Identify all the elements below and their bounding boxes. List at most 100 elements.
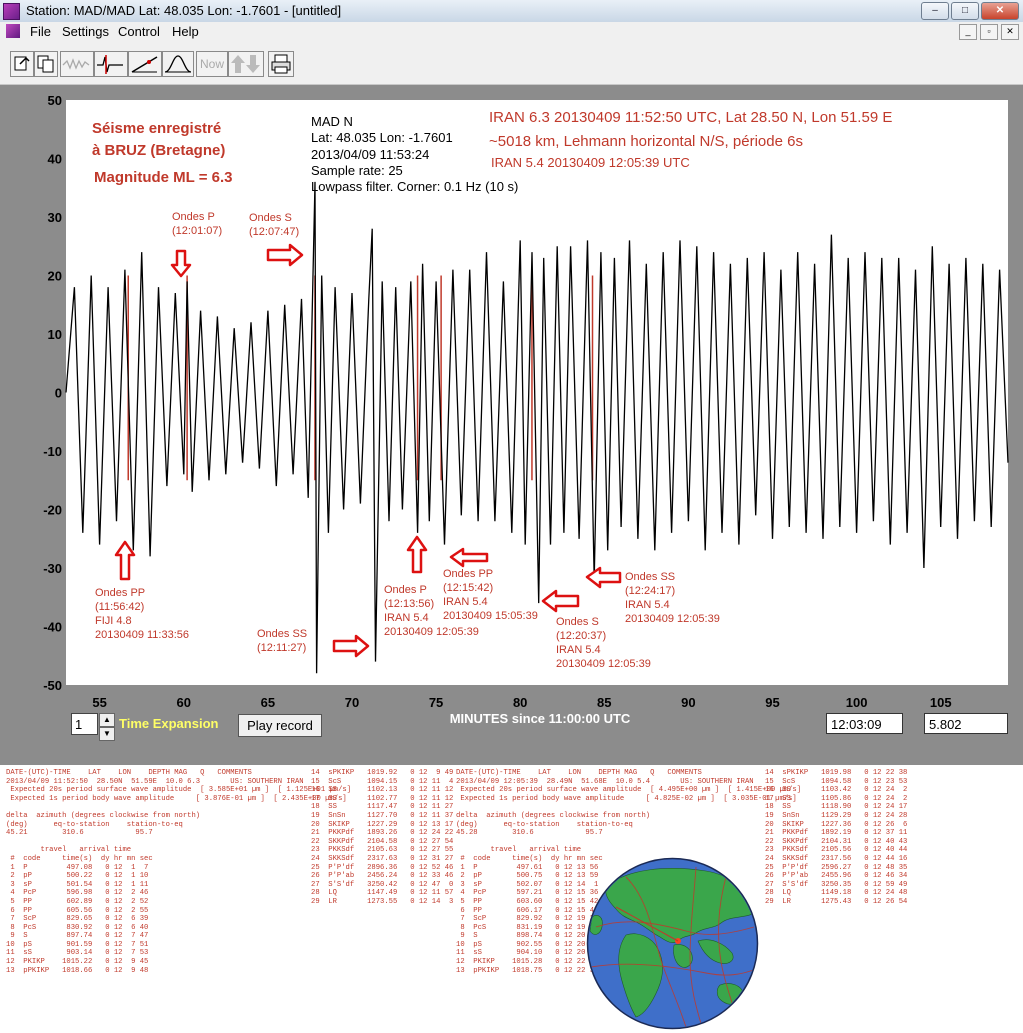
open-multiple-icon[interactable] [34, 51, 58, 77]
svg-text:Ondes P: Ondes P [384, 584, 427, 596]
spectrum-icon[interactable] [162, 51, 194, 77]
svg-text:Ondes P: Ondes P [172, 211, 215, 223]
menu-file[interactable]: File [30, 24, 51, 39]
station-info-line: Lowpass filter. Corner: 0.1 Hz (10 s) [311, 179, 518, 194]
station-info-line: Sample rate: 25 [311, 163, 403, 178]
pick-icon[interactable] [128, 51, 162, 77]
open-file-icon[interactable] [10, 51, 34, 77]
station-info-line: 2013/04/09 11:53:24 [311, 147, 429, 162]
minimize-button[interactable]: – [921, 2, 949, 20]
y-tick-label: -40 [43, 620, 62, 635]
y-tick-label: -50 [43, 678, 62, 693]
value-readout: 5.802 [924, 713, 1008, 734]
svg-text:IRAN 5.4: IRAN 5.4 [556, 644, 601, 656]
y-tick-label: 30 [48, 210, 62, 225]
svg-text:(12:24:17): (12:24:17) [625, 585, 675, 597]
time-expansion-label: Time Expansion [119, 716, 219, 731]
waveform-icon[interactable] [60, 51, 94, 77]
station-info-line: Lat: 48.035 Lon: -1.7601 [311, 130, 453, 145]
toolbar: Now [0, 42, 1023, 85]
svg-text:20130409 11:33:56: 20130409 11:33:56 [95, 629, 189, 641]
mdi-close-button[interactable]: ✕ [1001, 24, 1019, 40]
travel-time-table-4: 14 sPKIKP 1019.98 0 12 22 38 15 ScS 1094… [765, 769, 908, 906]
printer-icon[interactable] [268, 51, 294, 77]
svg-text:IRAN 5.4: IRAN 5.4 [443, 596, 488, 608]
svg-text:Ondes S: Ondes S [556, 616, 599, 628]
x-tick-label: 85 [597, 695, 611, 710]
svg-text:Ondes PP: Ondes PP [443, 568, 493, 580]
svg-text:FIJI 4.8: FIJI 4.8 [95, 615, 132, 627]
maximize-button[interactable]: □ [951, 2, 979, 20]
svg-text:20130409 12:05:39: 20130409 12:05:39 [556, 658, 651, 670]
x-tick-label: 65 [261, 695, 275, 710]
y-tick-label: -30 [43, 561, 62, 576]
y-tick-label: 40 [48, 152, 62, 167]
x-axis-label: MINUTES since 11:00:00 UTC [450, 711, 631, 726]
svg-text:(12:20:37): (12:20:37) [556, 630, 606, 642]
menu-control[interactable]: Control [118, 24, 160, 39]
x-tick-label: 100 [846, 695, 868, 710]
travel-time-section: DATE-(UTC)-TIME LAT LON DEPTH MAG Q COMM… [0, 765, 1023, 1033]
svg-text:IRAN 5.4: IRAN 5.4 [625, 599, 670, 611]
play-record-button[interactable]: Play record [238, 714, 322, 737]
right-title-line: IRAN 6.3 20130409 11:52:50 UTC, Lat 28.5… [489, 109, 892, 126]
svg-text:Ondes PP: Ondes PP [95, 587, 145, 599]
y-tick-label: 20 [48, 269, 62, 284]
station-info-line: MAD N [311, 114, 353, 129]
left-title-line: Séisme enregistré [92, 120, 221, 137]
x-tick-label: 75 [429, 695, 443, 710]
plot-area [66, 100, 1008, 685]
window-controls: – □ ✕ [919, 2, 1019, 20]
time-expansion-spinner[interactable]: ▲ ▼ [99, 713, 115, 741]
plot-panel: 50 40 30 20 10 0 -10 -20 -30 -40 -50 55 60 65 70 75 80 8… [0, 85, 1023, 765]
y-tick-label: 10 [48, 327, 62, 342]
svg-text:IRAN 5.4: IRAN 5.4 [384, 612, 429, 624]
spin-down-icon[interactable]: ▼ [99, 727, 115, 741]
svg-text:(12:13:56): (12:13:56) [384, 598, 434, 610]
svg-text:Ondes SS: Ondes SS [625, 571, 675, 583]
spin-up-icon[interactable]: ▲ [99, 713, 115, 727]
mdi-restore-button[interactable]: ▫ [980, 24, 998, 40]
left-title-line: à BRUZ (Bretagne) [92, 142, 225, 159]
filter-wave-icon[interactable] [94, 51, 128, 77]
svg-text:Ondes S: Ondes S [249, 212, 292, 224]
y-tick-label: -20 [43, 503, 62, 518]
x-tick-label: 95 [765, 695, 779, 710]
svg-text:20130409 15:05:39: 20130409 15:05:39 [443, 610, 538, 622]
menu-help[interactable]: Help [172, 24, 199, 39]
y-tick-label: 0 [55, 386, 62, 401]
left-title-line: Magnitude ML = 6.3 [94, 169, 233, 186]
mdi-controls: _ ▫ ✕ [956, 24, 1019, 40]
x-tick-label: 80 [513, 695, 527, 710]
svg-text:(11:56:42): (11:56:42) [95, 601, 144, 613]
svg-text:(12:15:42): (12:15:42) [443, 582, 493, 594]
svg-text:Ondes SS: Ondes SS [257, 628, 307, 640]
x-tick-label: 60 [177, 695, 191, 710]
left-title: Séisme enregistré à BRUZ (Bretagne) Magn… [92, 120, 233, 186]
y-tick-label: 50 [48, 93, 62, 108]
document-icon[interactable] [6, 24, 20, 38]
svg-text:20130409 12:05:39: 20130409 12:05:39 [625, 613, 720, 625]
x-tick-label: 55 [92, 695, 106, 710]
up-down-arrows-icon[interactable] [228, 51, 264, 77]
travel-time-table-2: 14 sPKIKP 1019.92 0 12 9 49 15 ScS 1094.… [311, 769, 454, 906]
window-title: Station: MAD/MAD Lat: 48.035 Lon: -1.760… [26, 3, 342, 18]
y-tick-label: -10 [43, 444, 62, 459]
title-bar: Station: MAD/MAD Lat: 48.035 Lon: -1.760… [0, 0, 1023, 23]
menu-settings[interactable]: Settings [62, 24, 109, 39]
app-icon [3, 3, 20, 20]
time-expansion-input[interactable]: 1 [71, 713, 98, 735]
x-tick-label: 90 [681, 695, 695, 710]
svg-text:(12:01:07): (12:01:07) [172, 225, 222, 237]
seismogram-chart[interactable]: 50403020100-10-20-30-40-50 55 60 65 70 75 80 8… [0, 85, 1023, 765]
globe-map [586, 857, 759, 1030]
menu-bar: File Settings Control Help _ ▫ ✕ [0, 22, 1023, 42]
close-button[interactable]: ✕ [981, 2, 1019, 20]
right-title-line: IRAN 5.4 20130409 12:05:39 UTC [491, 155, 690, 170]
now-button[interactable]: Now [196, 51, 228, 77]
svg-text:(12:11:27): (12:11:27) [257, 642, 306, 654]
travel-time-table-1: DATE-(UTC)-TIME LAT LON DEPTH MAG Q COMM… [6, 769, 352, 975]
right-title-line: ~5018 km, Lehmann horizontal N/S, périod… [489, 133, 803, 150]
svg-text:(12:07:47): (12:07:47) [249, 226, 299, 238]
mdi-minimize-button[interactable]: _ [959, 24, 977, 40]
